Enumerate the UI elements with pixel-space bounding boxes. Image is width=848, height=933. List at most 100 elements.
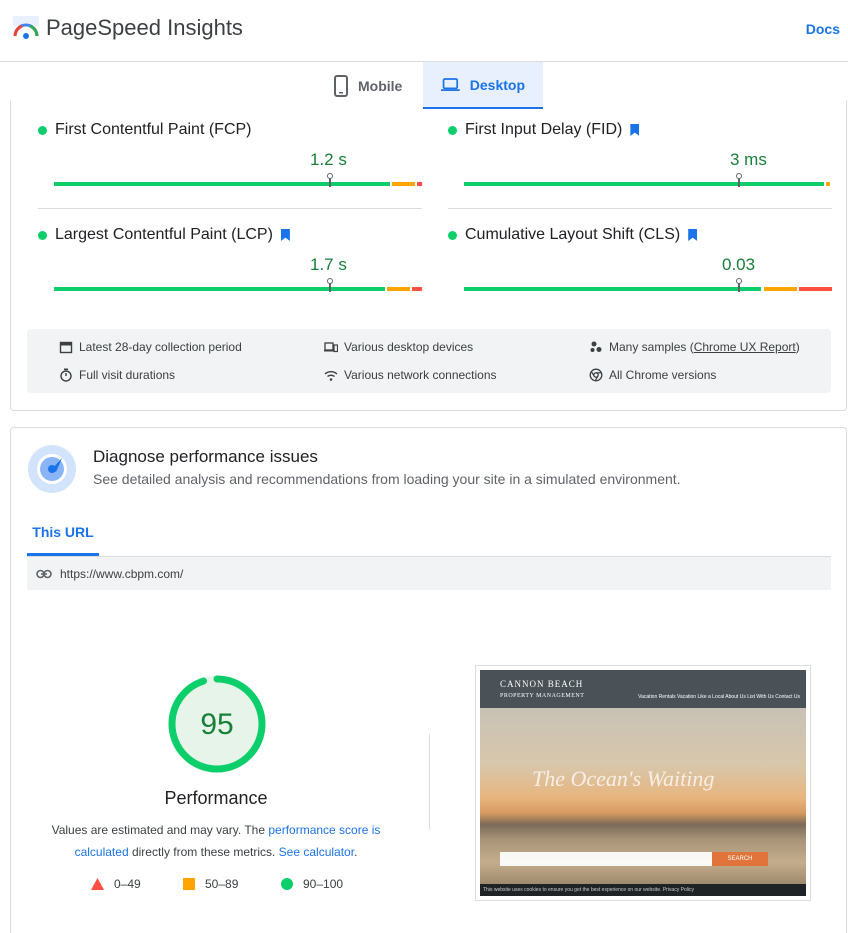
performance-label: Performance xyxy=(164,788,268,808)
screenshot-image: CANNON BEACH PROPERTY MANAGEMENT Vacatio… xyxy=(480,670,806,896)
screenshot-tagline: The Ocean's Waiting xyxy=(532,766,715,791)
metric-name: Largest Contentful Paint (LCP) xyxy=(55,226,273,243)
info-text: Latest 28-day collection period xyxy=(79,340,242,354)
field-data-card: First Contentful Paint (FCP) 1.2 s First… xyxy=(10,100,847,411)
note-text: . xyxy=(354,845,358,859)
note-text: directly from these metrics. xyxy=(128,845,279,859)
pagespeed-logo-icon xyxy=(13,16,39,39)
note-text: Values are estimated and may vary. The xyxy=(51,823,269,837)
final-screenshot[interactable]: CANNON BEACH PROPERTY MANAGEMENT Vacatio… xyxy=(475,665,811,901)
legend-range: 0–49 xyxy=(114,877,141,891)
distribution-bar xyxy=(54,173,422,187)
app-title: PageSpeed Insights xyxy=(46,15,243,40)
distribution-bar xyxy=(464,173,832,187)
info-collection-period: Latest 28-day collection period xyxy=(59,340,242,354)
poor-segment xyxy=(417,182,422,186)
average-segment xyxy=(764,287,797,291)
good-status-dot-icon xyxy=(38,125,47,135)
screenshot-brand: CANNON BEACH PROPERTY MANAGEMENT xyxy=(500,679,584,701)
percentile-marker-icon xyxy=(736,278,742,292)
metric-fid: First Input Delay (FID) 3 ms xyxy=(448,100,830,200)
info-text: Full visit durations xyxy=(79,368,176,382)
info-text: Various network connections xyxy=(344,368,497,382)
performance-score: 95 xyxy=(200,708,233,741)
screenshot-brand-line2: PROPERTY MANAGEMENT xyxy=(500,693,585,699)
percentile-marker-icon xyxy=(736,173,742,187)
metric-value: 1.2 s xyxy=(310,150,347,169)
bookmark-icon xyxy=(280,229,290,241)
screenshot-photo xyxy=(480,708,806,896)
info-devices: Various desktop devices xyxy=(324,340,473,354)
distribution-bar xyxy=(464,278,832,292)
screenshot-brand-line1: CANNON BEACH xyxy=(500,679,584,689)
bookmark-icon xyxy=(688,229,698,241)
legend-range: 90–100 xyxy=(303,877,344,891)
metric-value: 1.7 s xyxy=(310,255,347,274)
info-network: Various network connections xyxy=(324,368,497,382)
metric-cls: Cumulative Layout Shift (CLS) 0.03 xyxy=(448,205,832,305)
docs-link[interactable]: Docs xyxy=(806,21,840,37)
metric-lcp: Largest Contentful Paint (LCP) 1.7 s xyxy=(38,205,422,305)
info-text: Many samples (Chrome UX Report) xyxy=(609,340,800,354)
info-samples: Many samples (Chrome UX Report) xyxy=(589,340,800,354)
analyzed-url-bar: https://www.cbpm.com/ xyxy=(27,557,831,590)
legend-range: 50–89 xyxy=(205,877,239,891)
metric-name: First Contentful Paint (FCP) xyxy=(55,121,252,138)
average-square-icon xyxy=(183,878,195,890)
poor-segment xyxy=(799,287,832,291)
vertical-divider xyxy=(429,734,430,830)
metric-name: First Input Delay (FID) xyxy=(465,121,623,138)
wifi-icon xyxy=(324,371,338,381)
good-segment xyxy=(54,287,385,291)
percentile-marker-icon xyxy=(327,278,333,292)
tab-this-url[interactable]: This URL xyxy=(27,514,99,556)
info-chrome-versions: All Chrome versions xyxy=(589,368,716,382)
timer-icon xyxy=(60,368,72,382)
screenshot-nav: Vacation Rentals Vacation Like a Local A… xyxy=(638,694,800,700)
tab-mobile-label: Mobile xyxy=(358,77,403,94)
good-status-dot-icon xyxy=(448,125,457,135)
average-segment xyxy=(826,182,830,186)
samples-icon xyxy=(590,341,602,352)
screenshot-search-button: SEARCH xyxy=(712,852,768,866)
info-visit-durations: Full visit durations xyxy=(59,368,175,382)
metric-title: Largest Contentful Paint (LCP) xyxy=(38,226,290,244)
compass-icon xyxy=(28,445,76,493)
legend-good: 90–100 xyxy=(281,877,343,891)
chrome-ux-report-link[interactable]: Chrome UX Report xyxy=(694,340,796,354)
metric-value: 0.03 xyxy=(722,255,756,274)
poor-triangle-icon xyxy=(91,878,104,890)
metric-title: First Contentful Paint (FCP) xyxy=(38,121,252,139)
legend-poor: 0–49 xyxy=(91,877,141,891)
legend-average: 50–89 xyxy=(183,877,238,891)
phone-icon xyxy=(334,74,348,97)
poor-segment xyxy=(412,287,422,291)
good-status-dot-icon xyxy=(448,230,457,240)
bookmark-icon xyxy=(630,124,640,136)
good-status-dot-icon xyxy=(38,230,47,240)
section-title: Diagnose performance issues xyxy=(93,447,318,466)
info-text: Various desktop devices xyxy=(344,340,474,354)
section-subtitle: See detailed analysis and recommendation… xyxy=(93,471,681,487)
good-segment xyxy=(54,182,390,186)
devices-icon xyxy=(324,342,338,353)
calendar-icon xyxy=(59,341,73,354)
metric-name: Cumulative Layout Shift (CLS) xyxy=(465,226,681,243)
metric-title: Cumulative Layout Shift (CLS) xyxy=(448,226,698,244)
tab-desktop-label: Desktop xyxy=(469,76,525,93)
performance-note: Values are estimated and may vary. The p… xyxy=(41,819,391,863)
average-segment xyxy=(392,182,415,186)
see-calculator-link[interactable]: See calculator xyxy=(279,845,354,859)
laptop-icon xyxy=(441,77,460,91)
metric-value: 3 ms xyxy=(730,150,767,169)
field-data-info: Latest 28-day collection period Full vis… xyxy=(27,329,831,393)
good-segment xyxy=(464,182,824,186)
average-segment xyxy=(387,287,410,291)
diagnose-card: Diagnose performance issues See detailed… xyxy=(10,427,847,933)
top-bar: PageSpeed Insights Docs xyxy=(0,0,848,62)
analyzed-url: https://www.cbpm.com/ xyxy=(60,566,184,581)
metric-title: First Input Delay (FID) xyxy=(448,121,640,139)
chrome-icon xyxy=(589,368,603,382)
percentile-marker-icon xyxy=(327,173,333,187)
samples-suffix: ) xyxy=(795,340,800,354)
